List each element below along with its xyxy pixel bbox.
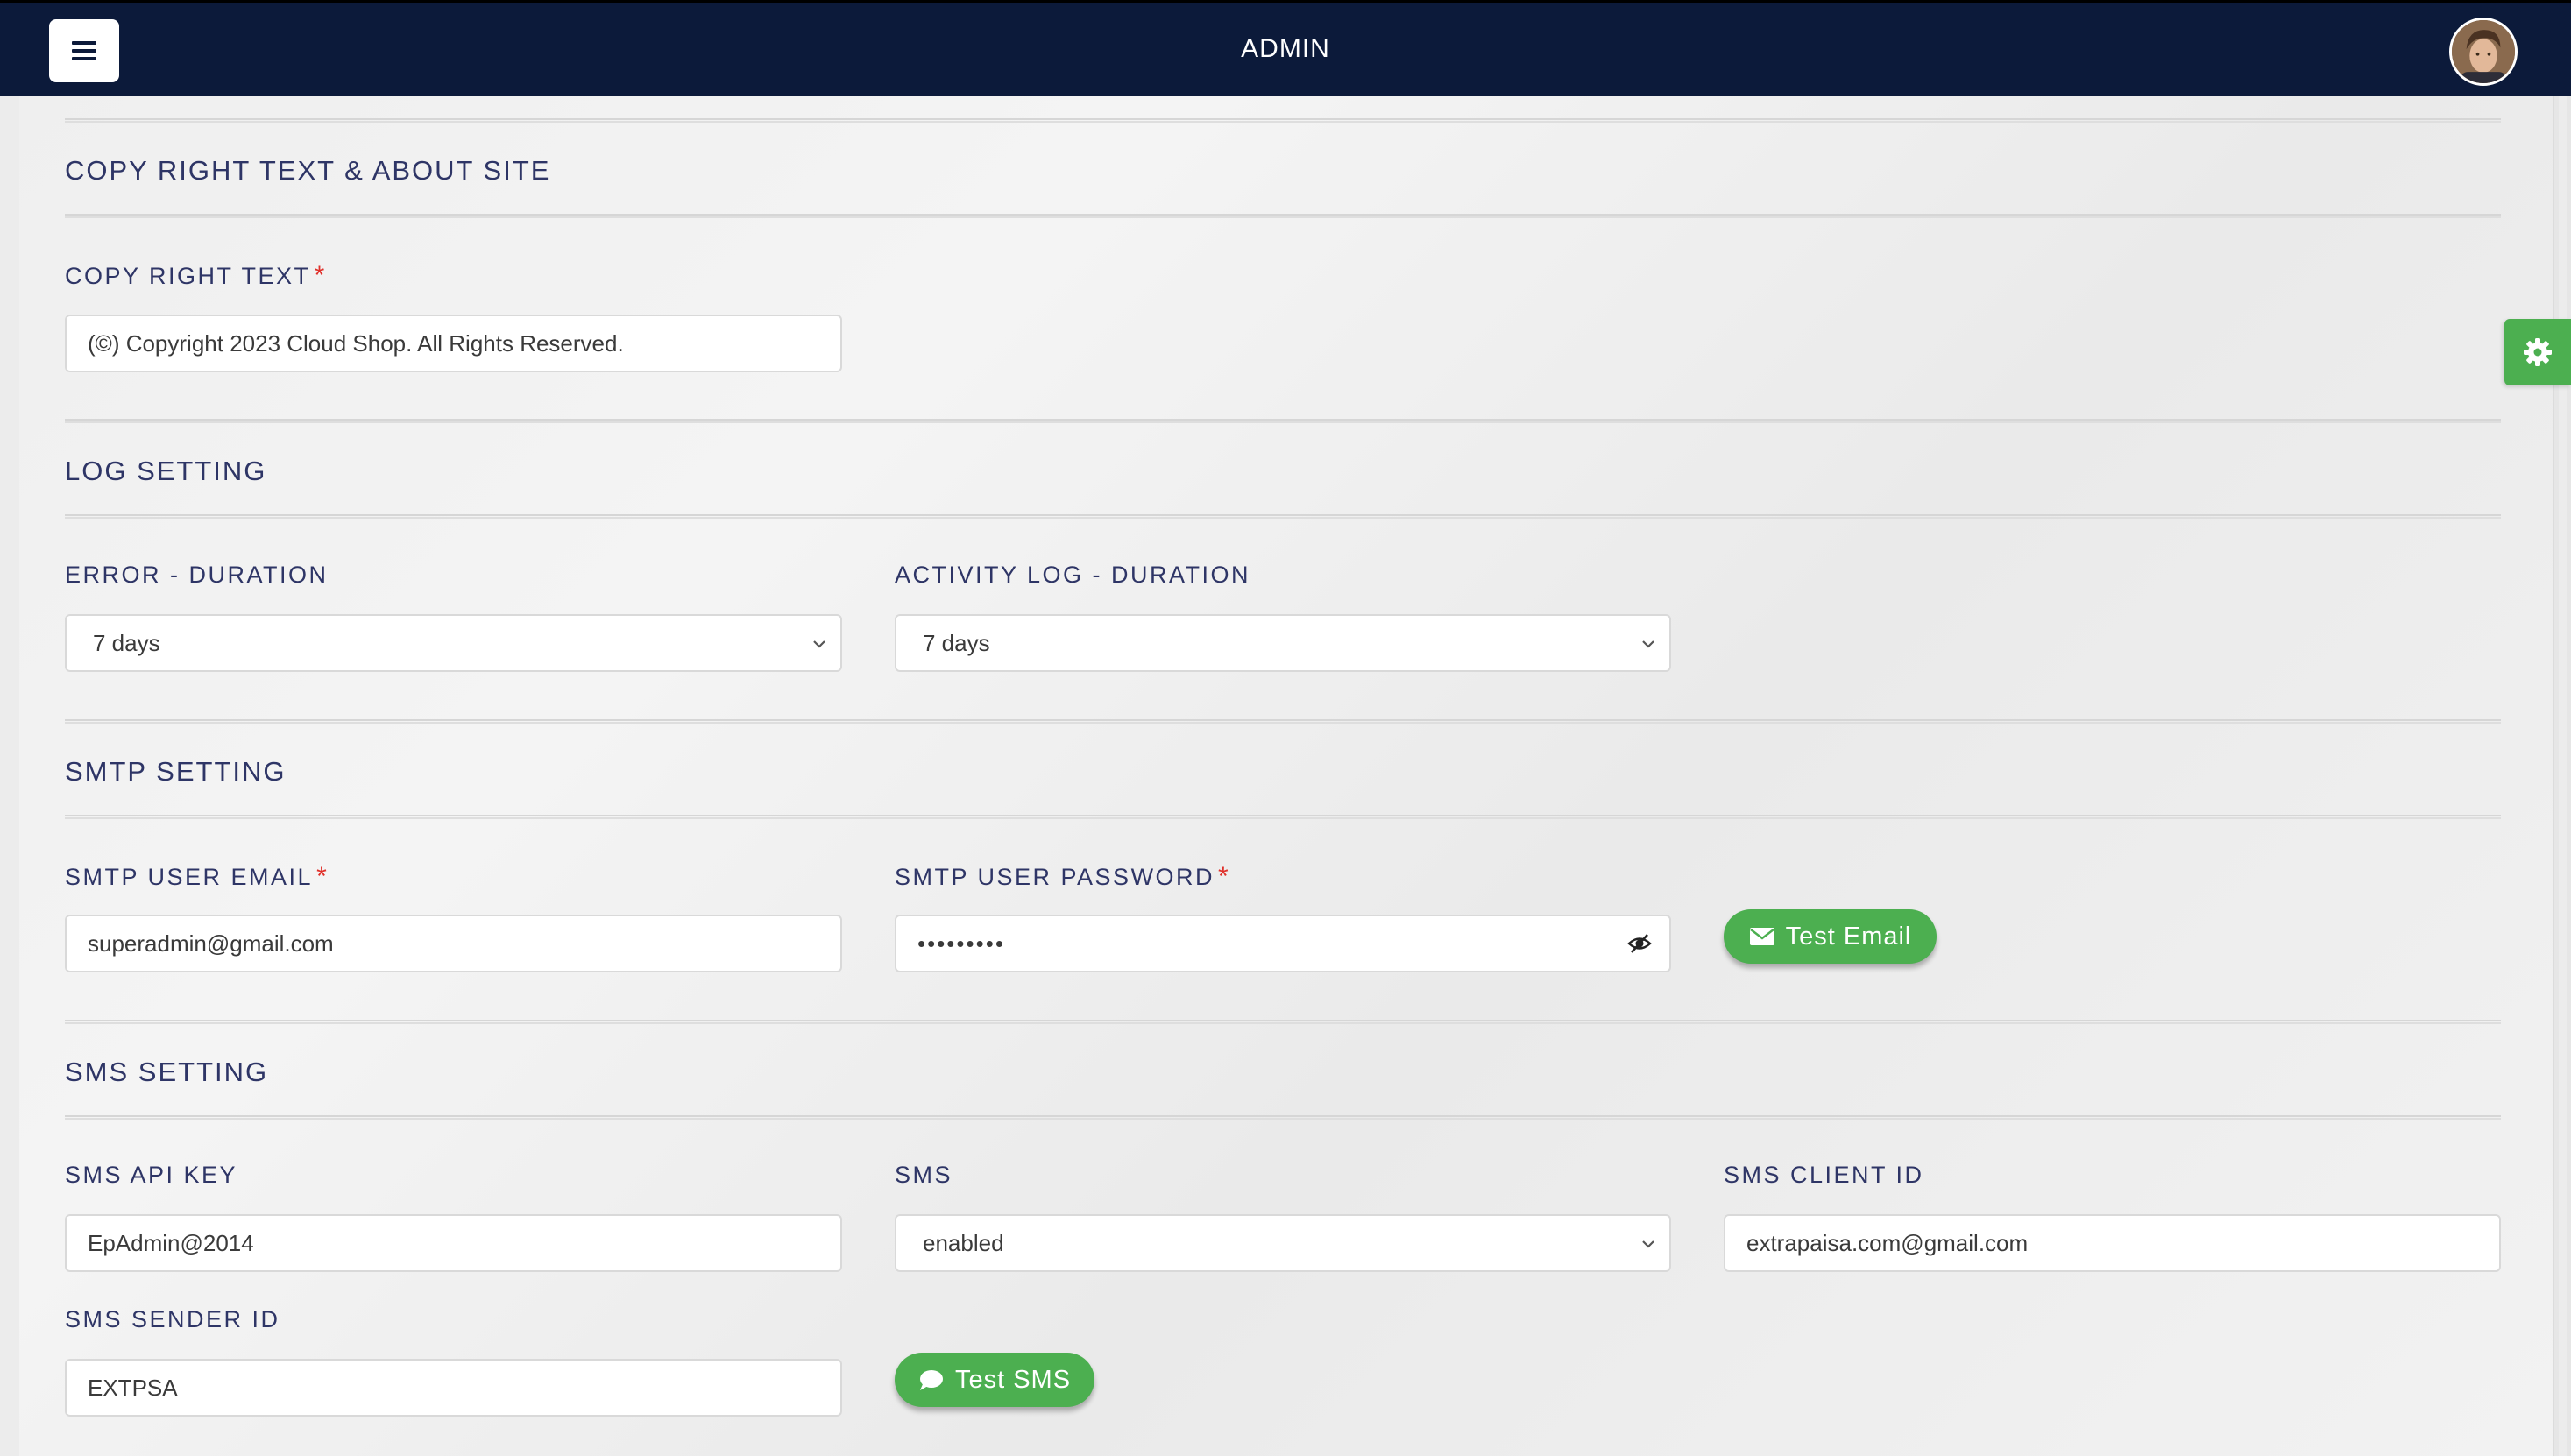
- section-divider: [65, 1020, 2501, 1024]
- chat-bubble-icon: [919, 1370, 943, 1390]
- section-title-smtp: SMTP SETTING: [65, 756, 287, 787]
- section-title-copyright: COPY RIGHT TEXT & ABOUT SITE: [65, 155, 551, 186]
- section-divider: [65, 118, 2501, 123]
- smtp-email-label: SMTP USER EMAIL *: [65, 862, 329, 892]
- smtp-password-label: SMTP USER PASSWORD *: [895, 862, 1230, 892]
- activity-log-duration-select[interactable]: 7 days: [895, 614, 1671, 672]
- sms-client-id-label: SMS CLIENT ID: [1724, 1162, 1924, 1188]
- top-navbar: ADMIN: [0, 0, 2571, 96]
- settings-panel-toggle[interactable]: [2504, 319, 2571, 385]
- sms-enabled-label: SMS: [895, 1162, 953, 1188]
- sms-enabled-value: enabled: [923, 1229, 1004, 1256]
- error-duration-value: 7 days: [93, 629, 160, 656]
- activity-log-duration-label: ACTIVITY LOG - DURATION: [895, 562, 1251, 588]
- section-divider: [65, 719, 2501, 724]
- sms-sender-id-input[interactable]: [65, 1359, 842, 1417]
- section-divider: [65, 815, 2501, 819]
- scrollbar-thumb[interactable]: [2559, 96, 2567, 1456]
- section-title-log: LOG SETTING: [65, 456, 267, 486]
- copyright-text-input[interactable]: [65, 315, 842, 372]
- section-divider: [65, 214, 2501, 218]
- required-marker: *: [314, 261, 327, 290]
- eye-slash-icon[interactable]: [1626, 930, 1653, 957]
- error-duration-select[interactable]: 7 days: [65, 614, 842, 672]
- activity-log-duration-value: 7 days: [923, 629, 990, 656]
- sms-client-id-input[interactable]: [1724, 1214, 2501, 1272]
- test-sms-label: Test SMS: [954, 1365, 1072, 1394]
- section-divider: [65, 514, 2501, 519]
- avatar-image: [2452, 20, 2515, 83]
- chevron-down-icon: [1642, 1240, 1654, 1248]
- required-marker: *: [316, 862, 329, 891]
- envelope-icon: [1749, 928, 1774, 945]
- gear-icon: [2524, 338, 2552, 366]
- section-divider: [65, 1115, 2501, 1120]
- smtp-email-label-text: SMTP USER EMAIL: [65, 864, 314, 890]
- user-avatar[interactable]: [2449, 18, 2518, 86]
- section-title-sms: SMS SETTING: [65, 1057, 269, 1087]
- smtp-email-input[interactable]: [65, 915, 842, 972]
- copyright-text-label-text: COPY RIGHT TEXT: [65, 263, 311, 289]
- test-email-button[interactable]: Test Email: [1724, 909, 1937, 964]
- test-sms-button[interactable]: Test SMS: [895, 1353, 1094, 1407]
- smtp-password-input[interactable]: [895, 915, 1671, 972]
- chevron-down-icon: [1642, 640, 1654, 648]
- test-email-label: Test Email: [1785, 922, 1912, 951]
- sms-enabled-select[interactable]: enabled: [895, 1214, 1671, 1272]
- error-duration-label: ERROR - DURATION: [65, 562, 329, 588]
- required-marker: *: [1218, 862, 1231, 891]
- section-divider: [65, 419, 2501, 423]
- app-title: ADMIN: [1241, 34, 1330, 63]
- copyright-text-label: COPY RIGHT TEXT *: [65, 261, 327, 291]
- sms-api-key-label: SMS API KEY: [65, 1162, 238, 1188]
- sms-sender-id-label: SMS SENDER ID: [65, 1306, 280, 1332]
- smtp-password-label-text: SMTP USER PASSWORD: [895, 864, 1215, 890]
- sms-api-key-input[interactable]: [65, 1214, 842, 1272]
- chevron-down-icon: [813, 640, 825, 648]
- vertical-scrollbar[interactable]: [2553, 96, 2571, 1456]
